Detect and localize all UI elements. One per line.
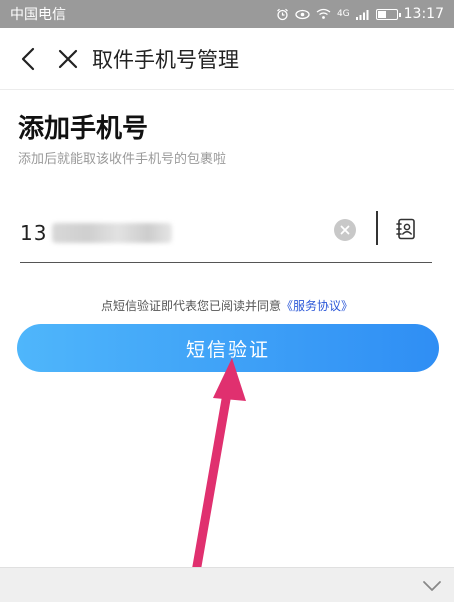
input-underline [20, 262, 432, 263]
battery-icon [375, 8, 401, 20]
clear-input-button[interactable] [334, 219, 356, 241]
section-heading: 添加手机号 [18, 114, 149, 144]
clear-circle-icon [340, 225, 350, 235]
screen: 中国电信 4G 13:17 取件手机号管理 添加手机号 添加后就能取该收件手机号… [0, 0, 454, 602]
status-bar: 中国电信 4G 13:17 [0, 0, 454, 28]
eye-icon [295, 9, 310, 20]
service-agreement-link[interactable]: 《服务协议》 [281, 299, 353, 313]
chevron-left-icon [21, 47, 35, 70]
chevron-down-icon [423, 581, 441, 591]
close-button[interactable] [48, 39, 88, 79]
back-button[interactable] [8, 39, 48, 79]
page-title: 取件手机号管理 [92, 47, 239, 72]
input-divider [376, 211, 378, 245]
phone-input-field[interactable]: 13 [20, 205, 432, 260]
section-subheading: 添加后就能取该收件手机号的包裹啦 [18, 152, 227, 167]
collapse-button[interactable] [420, 574, 444, 598]
alarm-icon [276, 8, 289, 21]
network-type-label: 4G [336, 8, 350, 19]
status-icons: 4G 13:17 [276, 6, 444, 22]
contacts-button[interactable] [392, 215, 420, 243]
phone-number-value[interactable]: 13 [20, 221, 48, 245]
contacts-book-icon [396, 218, 415, 240]
agreement-notice: 点短信验证即代表您已阅读并同意《服务协议》 [0, 297, 454, 314]
nav-bar: 取件手机号管理 [0, 28, 454, 90]
status-time: 13:17 [403, 6, 444, 22]
close-icon [58, 49, 78, 68]
carrier-label: 中国电信 [10, 7, 66, 23]
sms-verify-button[interactable]: 短信验证 [17, 324, 439, 372]
phone-number-redacted [52, 222, 172, 243]
bottom-bar [0, 567, 454, 602]
wifi-icon [316, 8, 331, 20]
signal-icon [355, 9, 370, 20]
agreement-text: 点短信验证即代表您已阅读并同意 [100, 299, 281, 313]
